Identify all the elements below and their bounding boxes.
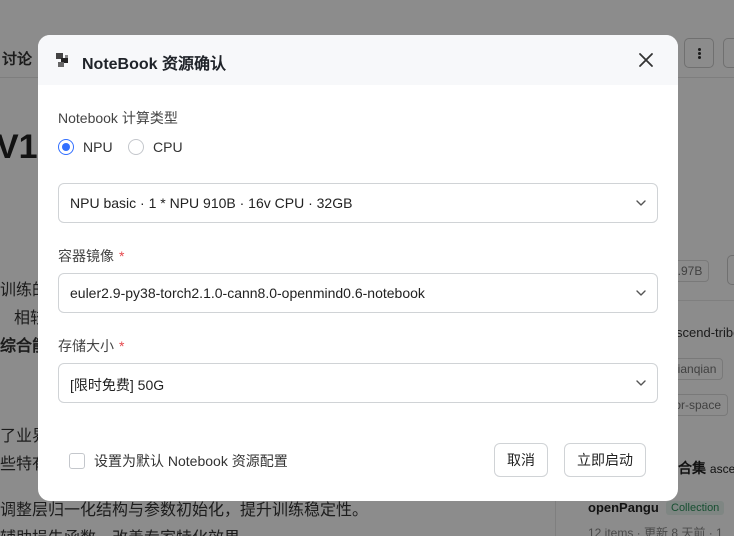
chevron-down-icon (636, 380, 646, 386)
image-label: 容器镜像 * (58, 248, 125, 264)
storage-select[interactable]: [限时免费] 50G (58, 363, 658, 403)
required-mark: * (119, 338, 125, 354)
storage-label: 存储大小 * (58, 338, 125, 354)
compute-type-label: Notebook 计算类型 (58, 110, 178, 126)
notebook-resource-dialog: NoteBook 资源确认 Notebook 计算类型 NPU CPU NPU … (38, 35, 678, 501)
radio-cpu-label: CPU (153, 139, 183, 155)
dialog-title: NoteBook 资源确认 (82, 56, 227, 73)
spec-select-value: NPU basic · 1 * NPU 910B · 16v CPU · 32G… (70, 195, 353, 211)
notebook-logo-icon (56, 53, 68, 67)
spec-select[interactable]: NPU basic · 1 * NPU 910B · 16v CPU · 32G… (58, 183, 658, 223)
storage-select-value: [限时免费] 50G (70, 377, 165, 393)
chevron-down-icon (636, 200, 646, 206)
radio-npu-indicator[interactable] (58, 139, 74, 155)
cancel-button[interactable]: 取消 (494, 443, 548, 477)
image-select-value: euler2.9-py38-torch2.1.0-cann8.0-openmin… (70, 285, 425, 301)
radio-npu[interactable]: NPU (58, 139, 113, 155)
close-icon[interactable] (636, 50, 656, 70)
radio-cpu-indicator[interactable] (128, 139, 144, 155)
default-config-label: 设置为默认 Notebook 资源配置 (94, 453, 288, 469)
dialog-header: NoteBook 资源确认 (38, 35, 678, 85)
radio-cpu[interactable]: CPU (128, 139, 183, 155)
default-config-checkbox[interactable] (69, 453, 85, 469)
required-mark: * (119, 248, 125, 264)
chevron-down-icon (636, 290, 646, 296)
image-select[interactable]: euler2.9-py38-torch2.1.0-cann8.0-openmin… (58, 273, 658, 313)
start-now-button[interactable]: 立即启动 (564, 443, 646, 477)
default-config-checkbox-row[interactable]: 设置为默认 Notebook 资源配置 (69, 451, 288, 471)
radio-npu-label: NPU (83, 139, 113, 155)
